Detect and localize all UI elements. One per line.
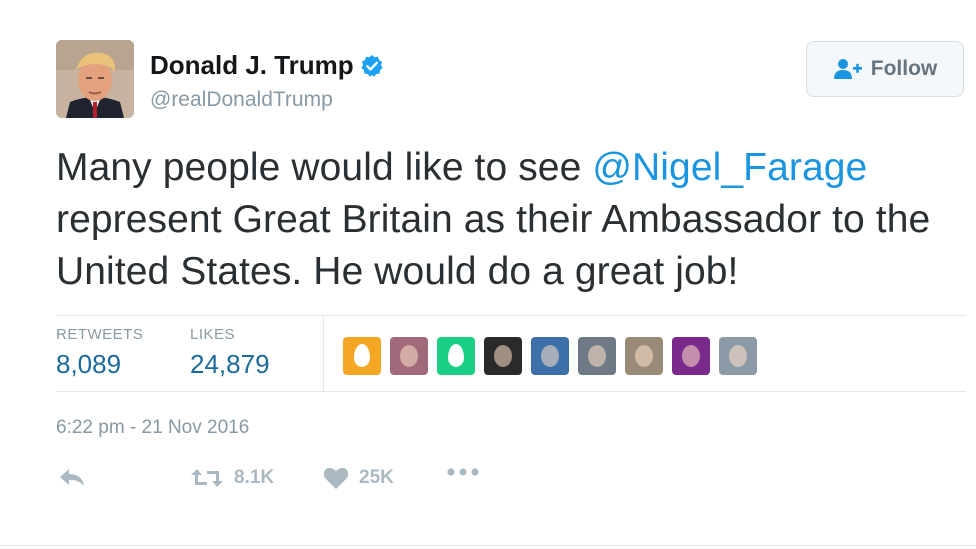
liker-photo xyxy=(682,345,700,367)
likes-stat[interactable]: LIKES 24,879 xyxy=(190,326,270,380)
retweet-icon xyxy=(190,466,224,490)
liker-photo xyxy=(541,345,559,367)
stats-divider-top xyxy=(56,315,966,316)
card-bottom-border xyxy=(0,545,976,546)
like-button[interactable]: 25K xyxy=(323,466,394,490)
stats-vertical-divider xyxy=(323,316,324,391)
more-button[interactable] xyxy=(446,466,480,478)
avatar-image xyxy=(56,40,134,118)
liker-avatars xyxy=(343,337,766,375)
author-screen-name[interactable]: @realDonaldTrump xyxy=(150,88,333,112)
liker-photo xyxy=(400,345,418,367)
retweet-button[interactable]: 8.1K xyxy=(190,466,274,490)
follow-person-plus-icon xyxy=(833,58,863,80)
retweets-count: 8,089 xyxy=(56,349,122,379)
liker-avatar[interactable] xyxy=(625,337,663,375)
tweet-text-before: Many people would like to see xyxy=(56,146,593,189)
liker-photo xyxy=(494,345,512,367)
heart-icon xyxy=(323,466,349,490)
liker-avatar-default-egg[interactable] xyxy=(343,337,381,375)
retweets-stat[interactable]: RETWEETS 8,089 xyxy=(56,326,143,380)
like-count: 25K xyxy=(359,467,394,488)
liker-photo xyxy=(729,345,747,367)
egg-icon xyxy=(448,344,464,367)
follow-button-label: Follow xyxy=(870,57,938,80)
liker-avatar[interactable] xyxy=(484,337,522,375)
verified-badge-icon xyxy=(360,54,384,78)
likes-label: LIKES xyxy=(190,326,236,343)
liker-avatar[interactable] xyxy=(390,337,428,375)
liker-photo xyxy=(635,345,653,367)
reply-icon xyxy=(58,466,86,488)
more-icon xyxy=(446,466,480,478)
likes-count: 24,879 xyxy=(190,349,270,379)
tweet-text-after: represent Great Britain as their Ambassa… xyxy=(56,198,931,293)
retweets-label: RETWEETS xyxy=(56,326,144,343)
liker-avatar[interactable] xyxy=(672,337,710,375)
stats-divider-bottom xyxy=(56,391,966,392)
author-name-row[interactable]: Donald J. Trump xyxy=(150,50,384,81)
liker-avatar-default-egg[interactable] xyxy=(437,337,475,375)
liker-avatar[interactable] xyxy=(719,337,757,375)
egg-icon xyxy=(354,344,370,367)
tweet-timestamp[interactable]: 6:22 pm - 21 Nov 2016 xyxy=(56,417,249,439)
tweet-card: Donald J. Trump @realDonaldTrump Follow … xyxy=(0,0,976,549)
tweet-mention-link[interactable]: @Nigel_Farage xyxy=(592,146,867,189)
author-avatar[interactable] xyxy=(56,40,134,118)
reply-button[interactable] xyxy=(58,466,86,488)
liker-avatar[interactable] xyxy=(578,337,616,375)
tweet-text: Many people would like to see @Nigel_Far… xyxy=(56,142,966,298)
follow-button[interactable]: Follow xyxy=(806,41,964,97)
retweet-count: 8.1K xyxy=(234,467,275,488)
author-display-name[interactable]: Donald J. Trump xyxy=(150,50,354,81)
liker-photo xyxy=(588,345,606,367)
liker-avatar[interactable] xyxy=(531,337,569,375)
